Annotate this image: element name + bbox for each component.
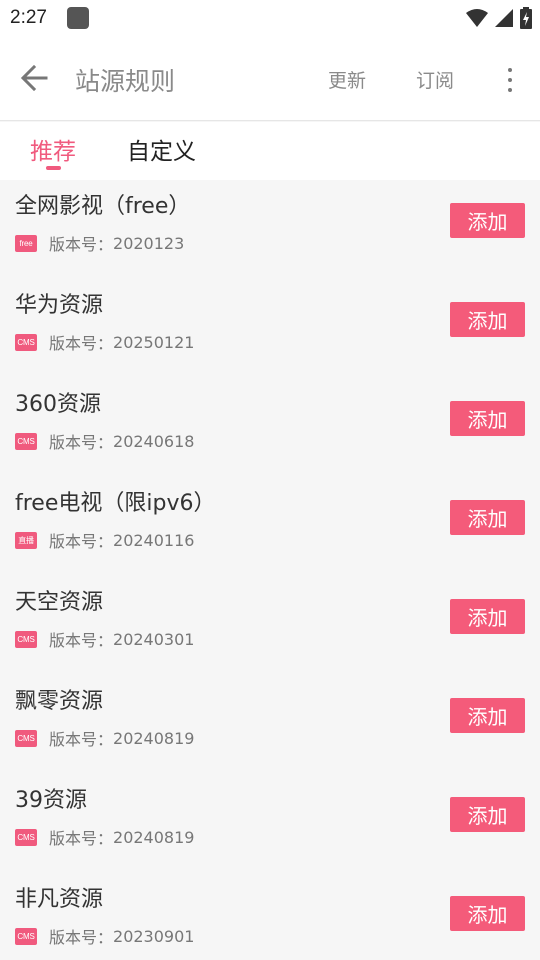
source-name: 天空资源	[15, 590, 104, 615]
version-value: 20240819	[113, 827, 195, 847]
version-label: 版本号：	[49, 730, 114, 749]
back-button[interactable]	[14, 58, 54, 98]
version-value: 20250121	[113, 332, 195, 352]
list-item: 360资源 CMS 版本号： 20240618 添加	[0, 378, 540, 477]
more-dot-icon	[508, 78, 512, 82]
add-button[interactable]: 添加	[450, 401, 525, 436]
version-value: 20240618	[113, 431, 195, 451]
more-dot-icon	[508, 88, 512, 92]
add-button[interactable]: 添加	[450, 302, 525, 337]
wifi-icon	[466, 9, 488, 27]
arrow-left-icon	[20, 65, 48, 91]
source-meta: CMS 版本号： 20240819	[15, 727, 194, 749]
version-label: 版本号：	[49, 829, 114, 848]
subscribe-button[interactable]: 订阅	[416, 66, 454, 93]
more-options-button[interactable]	[496, 60, 524, 100]
source-type-badge: CMS	[15, 432, 37, 450]
source-meta: free 版本号： 2020123	[15, 232, 184, 254]
version-value: 20230901	[113, 926, 195, 946]
source-name: 华为资源	[15, 293, 104, 318]
add-button[interactable]: 添加	[450, 500, 525, 535]
tab-indicator	[46, 166, 61, 170]
list-item: 39资源 CMS 版本号： 20240819 添加	[0, 774, 540, 873]
update-button[interactable]: 更新	[328, 66, 366, 93]
signal-icon	[495, 9, 513, 27]
source-type-badge: 直播	[15, 531, 37, 549]
source-meta: 直播 版本号： 20240116	[15, 529, 194, 551]
list-item: 华为资源 CMS 版本号： 20250121 添加	[0, 279, 540, 378]
status-bar: 2:27	[0, 0, 540, 36]
source-type-badge: CMS	[15, 333, 37, 351]
more-dot-icon	[508, 68, 512, 72]
source-type-badge: CMS	[15, 630, 37, 648]
add-button[interactable]: 添加	[450, 203, 525, 238]
add-button[interactable]: 添加	[450, 896, 525, 931]
tab-recommended[interactable]: 推荐	[30, 132, 76, 166]
tab-custom[interactable]: 自定义	[127, 132, 196, 166]
list-item: 天空资源 CMS 版本号： 20240301 添加	[0, 576, 540, 675]
source-meta: CMS 版本号： 20230901	[15, 925, 194, 947]
source-type-badge: free	[15, 234, 37, 252]
list-item: 全网影视（free） free 版本号： 2020123 添加	[0, 180, 540, 279]
source-name: 飘零资源	[15, 689, 104, 714]
version-label: 版本号：	[49, 631, 114, 650]
add-button[interactable]: 添加	[450, 599, 525, 634]
add-button[interactable]: 添加	[450, 698, 525, 733]
version-label: 版本号：	[49, 433, 114, 452]
source-meta: CMS 版本号： 20240819	[15, 826, 194, 848]
version-label: 版本号：	[49, 928, 114, 947]
tab-bar: 推荐 自定义	[0, 122, 540, 180]
version-label: 版本号：	[49, 334, 114, 353]
source-type-badge: CMS	[15, 828, 37, 846]
version-label: 版本号：	[49, 532, 114, 551]
app-bar: 站源规则 更新 订阅	[0, 36, 540, 121]
source-name: free电视（限ipv6）	[15, 491, 216, 516]
source-name: 39资源	[15, 788, 87, 813]
notification-app-icon	[67, 7, 89, 29]
list-item: free电视（限ipv6） 直播 版本号： 20240116 添加	[0, 477, 540, 576]
status-time: 2:27	[10, 7, 47, 28]
version-value: 20240116	[113, 530, 195, 550]
version-value: 20240819	[113, 728, 195, 748]
status-icons	[466, 7, 532, 29]
source-name: 非凡资源	[15, 887, 104, 912]
version-value: 2020123	[113, 233, 185, 253]
list-item: 非凡资源 CMS 版本号： 20230901 添加	[0, 873, 540, 960]
list-item: 飘零资源 CMS 版本号： 20240819 添加	[0, 675, 540, 774]
source-type-badge: CMS	[15, 729, 37, 747]
source-meta: CMS 版本号： 20240301	[15, 628, 194, 650]
version-value: 20240301	[113, 629, 195, 649]
page-title: 站源规则	[75, 67, 176, 96]
source-meta: CMS 版本号： 20250121	[15, 331, 194, 353]
source-name: 360资源	[15, 392, 101, 417]
source-type-badge: CMS	[15, 927, 37, 945]
source-list: 全网影视（free） free 版本号： 2020123 添加 华为资源 CMS…	[0, 180, 540, 960]
battery-icon	[520, 7, 532, 29]
source-meta: CMS 版本号： 20240618	[15, 430, 194, 452]
source-name: 全网影视（free）	[15, 194, 191, 219]
version-label: 版本号：	[49, 235, 114, 254]
add-button[interactable]: 添加	[450, 797, 525, 832]
